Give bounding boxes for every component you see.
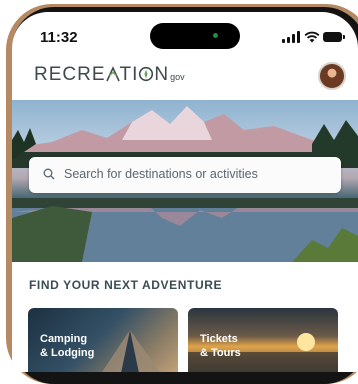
search-input[interactable]: Search for destinations or activities xyxy=(29,157,341,193)
status-bar: 11:32 xyxy=(12,12,358,56)
hero-banner: Search for destinations or activities xyxy=(12,100,358,262)
cellular-signal-icon xyxy=(282,31,300,43)
card-camping-lodging[interactable]: Camping & Lodging xyxy=(28,308,178,372)
logo-compass-o-icon xyxy=(139,66,154,82)
logo-text-end: N xyxy=(154,64,170,85)
wifi-icon xyxy=(304,31,320,43)
logo-text-start: RECRE xyxy=(34,64,106,85)
card-label: Camping & Lodging xyxy=(40,333,95,359)
card-tickets-tours[interactable]: Tickets & Tours xyxy=(188,308,338,372)
dynamic-island xyxy=(150,23,240,49)
status-time: 11:32 xyxy=(40,29,78,46)
status-icons xyxy=(282,31,345,43)
search-icon xyxy=(43,168,55,180)
logo-mountain-a-icon xyxy=(105,66,120,82)
avatar[interactable] xyxy=(318,62,346,90)
recreation-gov-logo[interactable]: RECRE TI Ngov xyxy=(34,64,185,86)
search-placeholder: Search for destinations or activities xyxy=(64,167,258,181)
battery-icon xyxy=(323,32,345,42)
phone-screen: 11:32 RECRE TI Ngov Search for destinati… xyxy=(12,12,358,372)
camera-indicator-icon xyxy=(213,33,218,38)
section-title: FIND YOUR NEXT ADVENTURE xyxy=(29,278,223,292)
logo-text-middle: TI xyxy=(119,64,139,85)
card-label: Tickets & Tours xyxy=(200,333,241,359)
app-header: RECRE TI Ngov xyxy=(12,56,358,100)
logo-gov: gov xyxy=(170,72,185,82)
